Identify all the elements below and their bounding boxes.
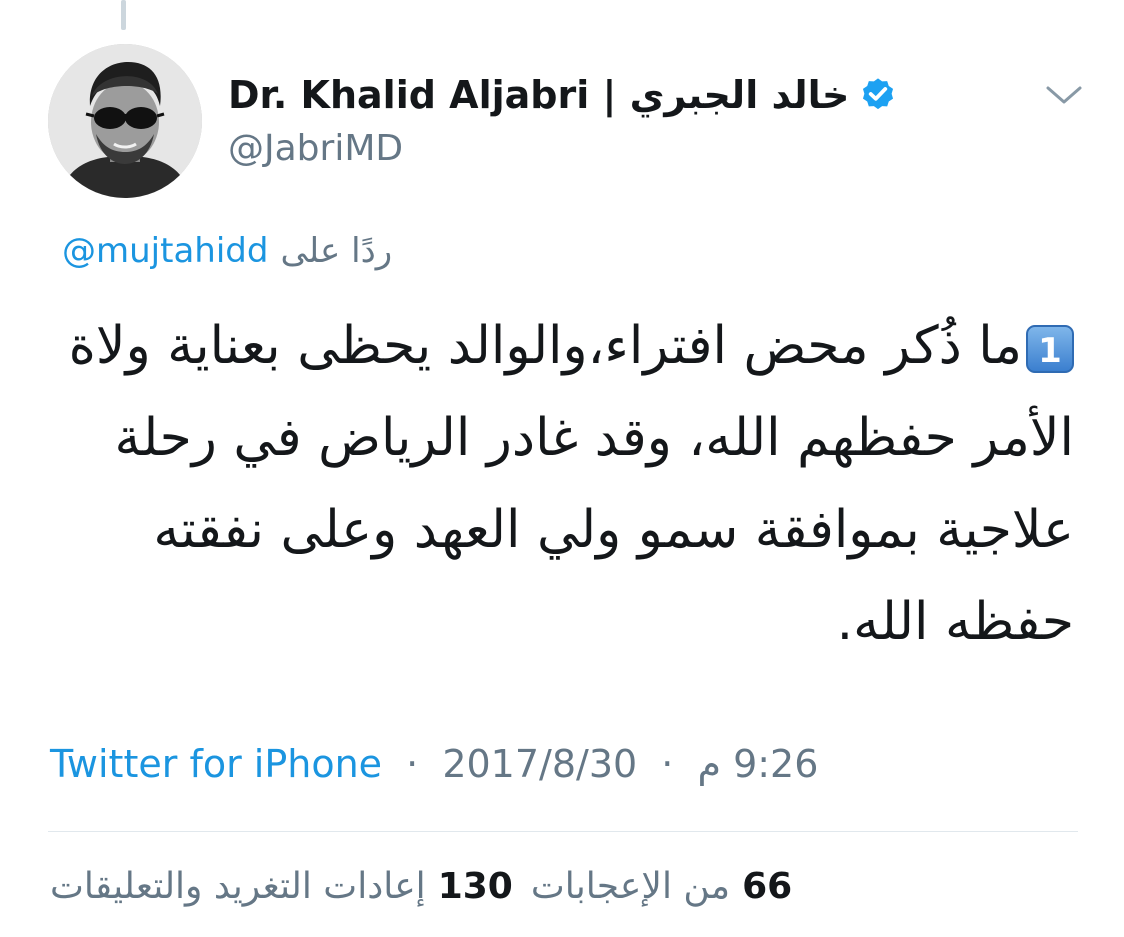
replying-to-label: ردًا على: [280, 231, 393, 271]
likes-label: من الإعجابات: [530, 866, 731, 907]
replying-to-row: @mujtahidd ردًا على: [62, 226, 502, 276]
chevron-down-icon[interactable]: [1040, 80, 1088, 112]
avatar-photo: [48, 44, 202, 198]
thread-connector-line: [121, 0, 126, 30]
verified-badge-icon: [859, 76, 897, 114]
tweet-source-link[interactable]: Twitter for iPhone: [50, 742, 382, 786]
retweets-label: إعادات التغريد والتعليقات: [50, 866, 426, 907]
meta-separator: ·: [661, 742, 674, 786]
retweets-count: 130: [437, 866, 513, 907]
tweet-time[interactable]: 9:26 م: [697, 742, 818, 786]
tweet-stats: 66 من الإعجابات 130 إعادات التغريد والتع…: [50, 866, 950, 907]
reply-mention-link[interactable]: @mujtahidd: [62, 231, 268, 271]
likes-stat[interactable]: 66 من الإعجابات: [531, 866, 792, 907]
author-name-row: Dr. Khalid Aljabri | خالد الجبري: [228, 66, 948, 124]
tweet-text: 1ما ذُكر محض افتراء،والوالد يحظى بعناية …: [60, 300, 1074, 668]
keycap-number-one-icon: 1: [1026, 325, 1074, 373]
tweet-header: Dr. Khalid Aljabri | خالد الجبري @JabriM…: [228, 66, 948, 169]
author-display-name[interactable]: Dr. Khalid Aljabri | خالد الجبري: [228, 73, 849, 117]
avatar[interactable]: [48, 44, 202, 198]
meta-separator: ·: [406, 742, 419, 786]
tweet-date[interactable]: 2017/8/30: [442, 742, 637, 786]
author-handle[interactable]: @JabriMD: [228, 128, 948, 169]
tweet-meta: Twitter for iPhone · 2017/8/30 · 9:26 م: [50, 742, 818, 786]
divider: [48, 831, 1078, 832]
tweet-text-content: ما ذُكر محض افتراء،والوالد يحظى بعناية و…: [68, 316, 1074, 652]
likes-count: 66: [742, 866, 793, 907]
retweets-stat[interactable]: 130 إعادات التغريد والتعليقات: [50, 866, 513, 907]
